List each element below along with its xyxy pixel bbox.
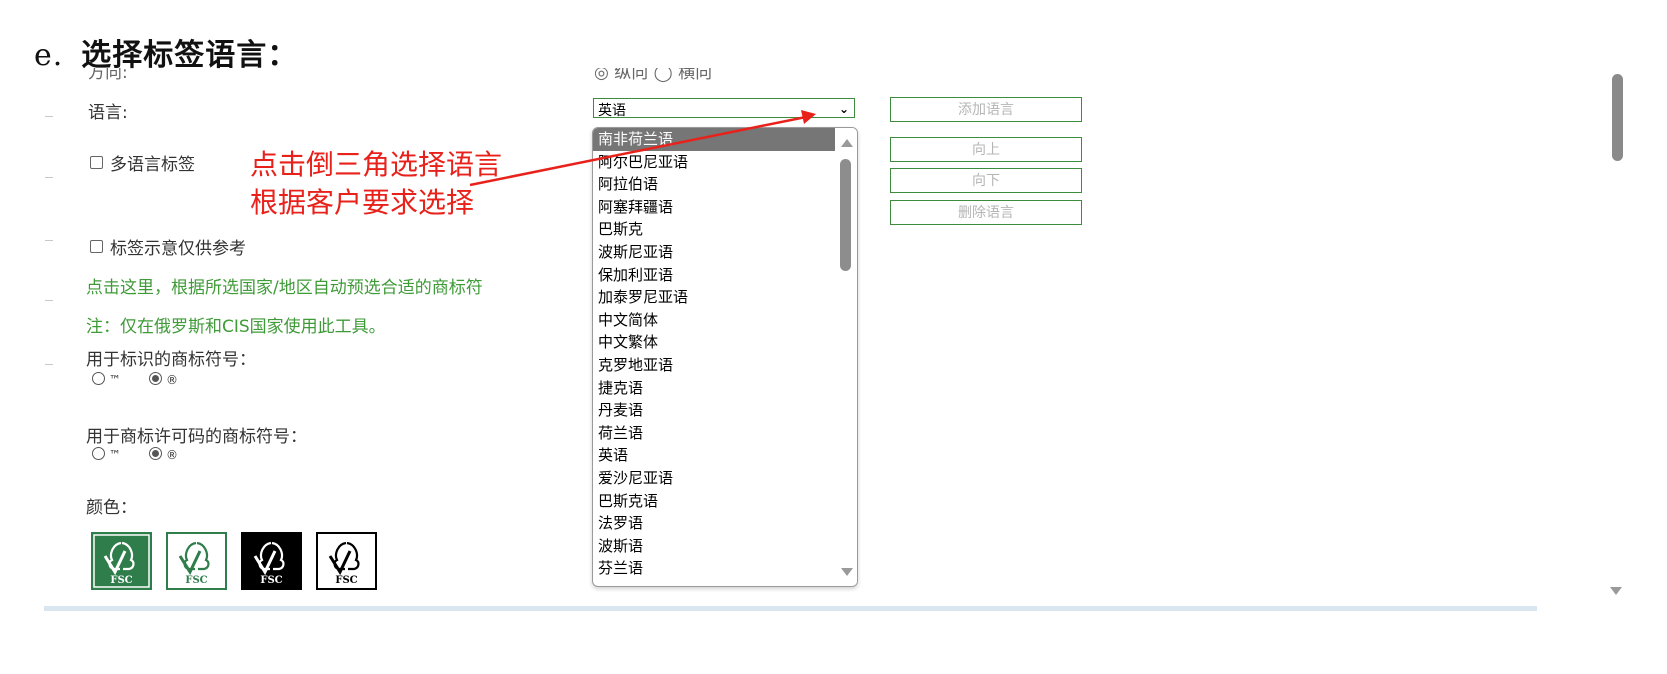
r-radio[interactable]	[149, 372, 162, 385]
annotation-line-1: 点击倒三角选择语言	[250, 148, 503, 181]
add-language-button[interactable]: 添加语言	[890, 97, 1082, 122]
checkbox-icon[interactable]	[90, 156, 103, 169]
scroll-down-icon[interactable]	[841, 568, 853, 576]
dropdown-options: 南非荷兰语 阿尔巴尼亚语 阿拉伯语 阿塞拜疆语 巴斯克 波斯尼亚语 保加利亚语 加泰罗尼亚语中…	[593, 128, 835, 580]
tm-radio[interactable]	[92, 372, 105, 385]
color-label: 颜色：	[86, 498, 137, 518]
trademark-identification-options: ™ ®	[92, 372, 206, 388]
gutter-tick	[45, 240, 53, 241]
tm-symbol: ™	[109, 448, 121, 462]
annotation-line-2: 根据客户要求选择	[250, 186, 475, 219]
gutter-tick	[45, 364, 53, 365]
dropdown-option[interactable]: 中文繁体	[593, 331, 835, 354]
label-preview-note: 标签示意仅供参考	[110, 239, 246, 259]
dropdown-option[interactable]: 法罗语	[593, 512, 835, 535]
dropdown-option[interactable]: 爱沙尼亚语	[593, 467, 835, 490]
dropdown-option[interactable]: 克罗地亚语	[593, 354, 835, 377]
r-symbol: ®	[166, 373, 178, 387]
dropdown-option[interactable]: 巴斯克语	[593, 490, 835, 513]
svg-text:FSC: FSC	[260, 575, 282, 586]
cis-note: 注：仅在俄罗斯和CIS国家使用此工具。	[86, 317, 386, 337]
multi-language-label: 多语言标签	[110, 155, 195, 175]
dropdown-option[interactable]: 芬兰语	[593, 557, 835, 580]
dropdown-option[interactable]: 波斯语	[593, 535, 835, 558]
dropdown-option[interactable]: 南非荷兰语	[593, 128, 835, 151]
move-down-button[interactable]: 向下	[890, 168, 1082, 193]
svg-text:FSC: FSC	[185, 575, 207, 586]
scroll-up-icon[interactable]	[841, 139, 853, 147]
dropdown-scrollbar[interactable]	[836, 128, 857, 586]
direction-options[interactable]: ◎ 纵向 ◯ 横向	[594, 68, 712, 83]
dropdown-option[interactable]: 英语	[593, 444, 835, 467]
move-up-button[interactable]: 向上	[890, 137, 1082, 162]
language-label: 语言:	[88, 103, 128, 123]
trademark-license-options: ™ ®	[92, 447, 206, 463]
fsc-logo-icon: FSC	[241, 532, 302, 590]
r-symbol: ®	[166, 448, 178, 462]
dropdown-scroll-thumb[interactable]	[840, 159, 851, 271]
svg-text:FSC: FSC	[335, 575, 357, 586]
dropdown-option[interactable]: 巴斯克	[593, 218, 835, 241]
document-heading: e. 选择标签语言：	[34, 30, 298, 74]
trademark-license-label: 用于商标许可码的商标符号：	[86, 427, 307, 447]
fsc-logo-icon: FSC	[91, 532, 152, 590]
r-radio[interactable]	[149, 447, 162, 460]
dropdown-option[interactable]: 荷兰语	[593, 422, 835, 445]
dropdown-option[interactable]: 保加利亚语	[593, 264, 835, 287]
svg-text:FSC: FSC	[110, 575, 132, 586]
language-dropdown-list[interactable]: 南非荷兰语 阿尔巴尼亚语 阿拉伯语 阿塞拜疆语 巴斯克 波斯尼亚语 保加利亚语 加泰罗尼亚语中…	[592, 127, 858, 587]
fsc-black-swatch[interactable]: FSC	[241, 532, 302, 590]
fsc-logo-icon: FSC	[316, 532, 377, 590]
tm-symbol: ™	[109, 373, 121, 387]
auto-preselect-link[interactable]: 点击这里，根据所选国家/地区自动预选合适的商标符	[86, 273, 483, 298]
tm-radio[interactable]	[92, 447, 105, 460]
dropdown-option[interactable]: 阿塞拜疆语	[593, 196, 835, 219]
label-preview-checkbox[interactable]: 标签示意仅供参考	[90, 234, 246, 259]
language-select[interactable]: 英语 ⌄	[593, 98, 855, 119]
dropdown-option[interactable]: 阿拉伯语	[593, 173, 835, 196]
checkbox-icon[interactable]	[90, 240, 103, 253]
page-scroll-thumb[interactable]	[1612, 74, 1623, 161]
scroll-down-icon[interactable]	[1610, 587, 1622, 595]
heading-number: e.	[34, 38, 64, 73]
fsc-green-swatch[interactable]: FSC	[91, 532, 152, 590]
dropdown-option[interactable]: 中文简体	[593, 309, 835, 332]
multi-language-checkbox[interactable]: 多语言标签	[90, 150, 195, 175]
annotation-text: 点击倒三角选择语言 根据客户要求选择	[250, 146, 502, 222]
fsc-black-outline-swatch[interactable]: FSC	[316, 532, 377, 590]
heading-title: 选择标签语言：	[81, 38, 299, 73]
dropdown-option[interactable]: 捷克语	[593, 377, 835, 400]
trademark-identification-label: 用于标识的商标符号：	[86, 350, 256, 370]
dropdown-option[interactable]: 加泰罗尼亚语	[593, 286, 835, 309]
dropdown-option[interactable]: 阿尔巴尼亚语	[593, 151, 835, 174]
dropdown-option[interactable]: 波斯尼亚语	[593, 241, 835, 264]
chevron-down-icon[interactable]: ⌄	[839, 102, 849, 116]
fsc-logo-icon: FSC	[166, 532, 227, 590]
dropdown-option[interactable]: 丹麦语	[593, 399, 835, 422]
gutter-tick	[45, 116, 53, 117]
gutter-tick	[45, 300, 53, 301]
gutter-tick	[45, 177, 53, 178]
fsc-green-outline-swatch[interactable]: FSC	[166, 532, 227, 590]
delete-language-button[interactable]: 删除语言	[890, 200, 1082, 225]
language-select-value: 英语	[598, 103, 626, 119]
